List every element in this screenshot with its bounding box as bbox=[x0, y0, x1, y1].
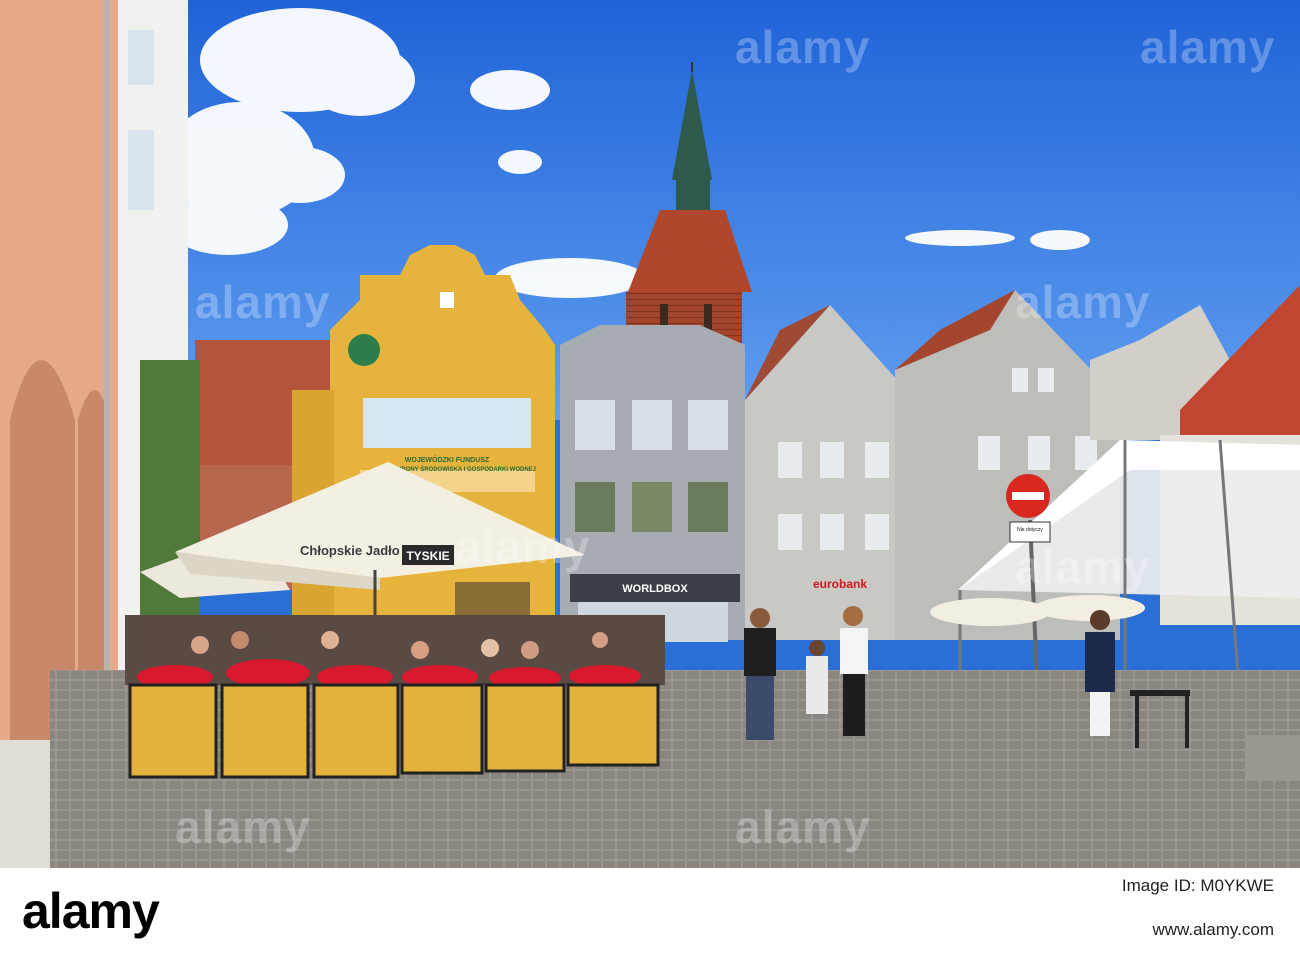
watermark: alamy bbox=[1015, 276, 1151, 328]
grey-ornate-building: WORLDBOX bbox=[560, 325, 745, 642]
stock-url: www.alamy.com bbox=[1152, 920, 1274, 939]
stock-footer: alamy Image ID: M0YKWE www.alamy.com bbox=[0, 868, 1300, 957]
fund-sign-line2: OCHRONY ŚRODOWISKA I GOSPODARKI WODNEJ bbox=[388, 466, 536, 473]
umbrella-beer: TYSKIE bbox=[406, 549, 449, 563]
watermark: alamy bbox=[1140, 21, 1276, 73]
fund-sign-line1: WOJEWÓDZKI FUNDUSZ bbox=[405, 455, 490, 464]
watermark: alamy bbox=[735, 21, 871, 73]
yellow-planters bbox=[128, 683, 660, 779]
watermark: alamy bbox=[175, 801, 311, 853]
image-id-label: Image ID: bbox=[1121, 876, 1196, 895]
photo: WOJEWÓDZKI FUNDUSZ OCHRONY ŚRODOWISKA I … bbox=[0, 0, 1300, 868]
shop-sign: WORLDBOX bbox=[622, 583, 688, 595]
stock-brand-logo: alamy bbox=[22, 883, 160, 939]
image-id: Image ID: M0YKWE bbox=[1122, 876, 1274, 896]
right-planter bbox=[1245, 735, 1300, 780]
umbrella-brand: Chłopskie Jadło bbox=[300, 543, 400, 558]
town-square-scene: WOJEWÓDZKI FUNDUSZ OCHRONY ŚRODOWISKA I … bbox=[0, 0, 1300, 868]
bank-sign: eurobank bbox=[813, 577, 867, 591]
watermark: alamy bbox=[735, 801, 871, 853]
watermark: alamy bbox=[195, 276, 331, 328]
image-id-value: M0YKWE bbox=[1200, 876, 1274, 895]
road-sign-text: Nie dotyczy bbox=[1017, 527, 1043, 533]
watermark: alamy bbox=[1015, 541, 1151, 593]
watermark: alamy bbox=[455, 521, 591, 573]
